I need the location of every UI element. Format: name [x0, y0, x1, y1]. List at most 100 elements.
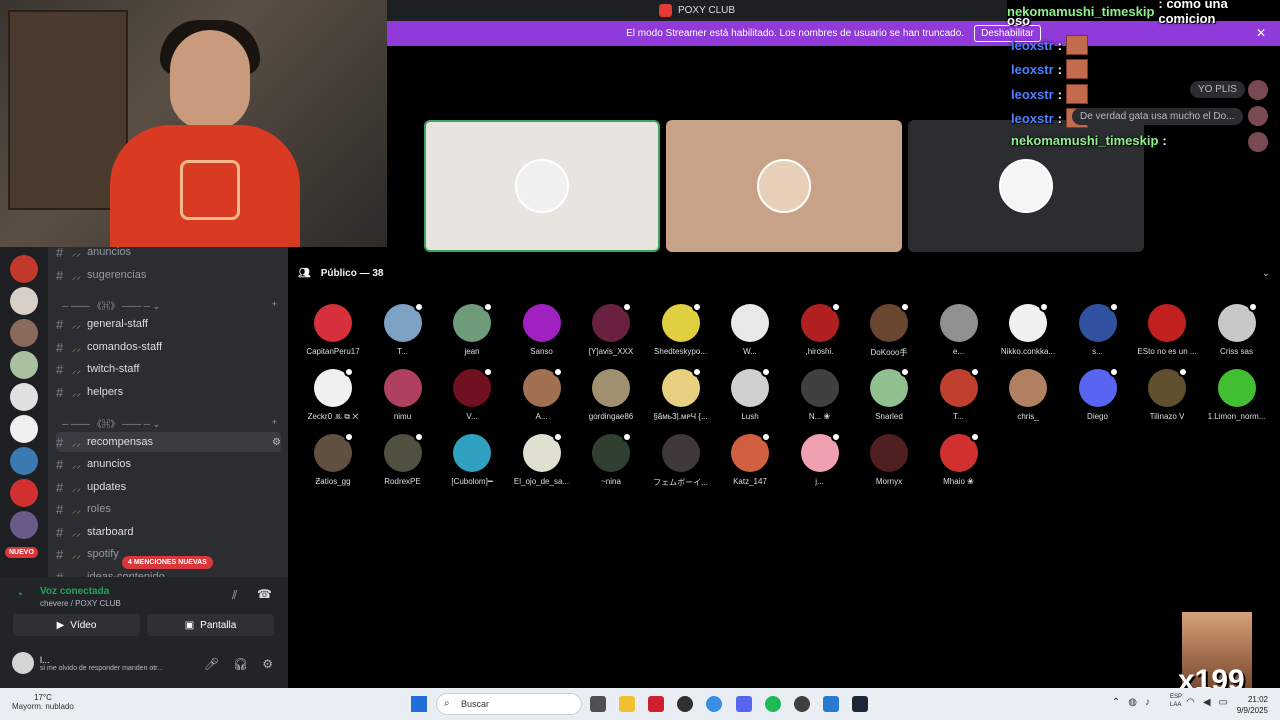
audience-member[interactable]: RodrexPE	[368, 432, 438, 486]
language-indicator[interactable]: ESP LAA	[1170, 693, 1182, 709]
file-explorer-icon[interactable]	[619, 696, 635, 712]
spotify-icon[interactable]	[765, 696, 781, 712]
channel-item[interactable]: # ⸝⸝ comandos-staff	[56, 337, 281, 357]
channel-item[interactable]: # ⸝⸝ anuncios	[56, 454, 281, 474]
server-icon[interactable]	[10, 415, 38, 443]
audience-member[interactable]: DoKooo手	[854, 302, 924, 358]
server-icon[interactable]	[10, 255, 38, 283]
channel-item[interactable]: # ⸝⸝ helpers	[56, 382, 281, 402]
voice-status[interactable]: Voz conectada	[40, 586, 109, 597]
wifi-icon[interactable]: ◠	[1186, 697, 1195, 708]
audience-member[interactable]: Mhaio ❀	[924, 432, 994, 486]
audience-member[interactable]: Katz_147	[715, 432, 785, 486]
audience-member[interactable]: フェムボーイ...	[646, 434, 716, 488]
windows-start-icon[interactable]	[411, 696, 427, 712]
audience-member[interactable]: [Cubolom]━	[437, 434, 507, 486]
screen-share-button[interactable]: ▣ Pantalla	[147, 614, 274, 636]
chevron-down-icon[interactable]: ⌄	[1262, 268, 1270, 279]
headphones-icon[interactable]: 🎧︎	[233, 657, 248, 671]
audience-member[interactable]: Mornyx	[854, 434, 924, 486]
audience-member[interactable]: El_ojo_de_sa...	[507, 432, 577, 486]
audience-member[interactable]: j...	[785, 432, 855, 486]
notepad-icon[interactable]	[823, 696, 839, 712]
category-header[interactable]: ─ ─── 《⌘》 ─── ─ ⌄ +	[62, 299, 277, 312]
server-icon[interactable]	[10, 351, 38, 379]
audience-member[interactable]: Criss sas	[1202, 302, 1272, 356]
server-icon[interactable]	[10, 447, 38, 475]
audience-member[interactable]: ~nina	[576, 432, 646, 486]
audience-member[interactable]: Nikko.conkka...	[993, 302, 1063, 356]
chrome-icon[interactable]	[706, 696, 722, 712]
speaker-tile[interactable]	[666, 120, 902, 252]
audience-member[interactable]: ,hiroshi.	[785, 302, 855, 356]
server-icon[interactable]	[10, 479, 38, 507]
battery-icon[interactable]: ▭	[1219, 697, 1228, 708]
steam-icon[interactable]	[852, 696, 868, 712]
obs-icon[interactable]	[794, 696, 810, 712]
server-icon[interactable]	[10, 319, 38, 347]
noise-suppression-icon[interactable]: ⫽	[232, 588, 237, 603]
audience-member[interactable]: gordingae86	[576, 369, 646, 421]
audience-member[interactable]: chris_	[993, 369, 1063, 421]
audience-member[interactable]: ESto no es un ...	[1132, 304, 1202, 356]
gear-icon[interactable]: ⚙	[262, 657, 273, 671]
audience-member[interactable]: Diego	[1063, 367, 1133, 421]
audience-member[interactable]: Shedteskypo...	[646, 302, 716, 356]
add-channel-icon[interactable]: +	[272, 417, 277, 430]
audience-member[interactable]: Sanso	[507, 304, 577, 356]
microphone-icon[interactable]: ♪	[1145, 697, 1150, 708]
server-icon[interactable]	[10, 287, 38, 315]
server-icon[interactable]	[10, 383, 38, 411]
voice-channel[interactable]: chevere / POXY CLUB	[40, 599, 121, 608]
task-view-icon[interactable]	[590, 696, 606, 712]
audience-member[interactable]: N... ❀	[785, 369, 855, 421]
channel-item[interactable]: # ⸝⸝ anuncios	[56, 247, 281, 262]
audience-member[interactable]: Zeckr0 ꔛ ⧉ ✕	[298, 367, 368, 422]
app-icon[interactable]	[677, 696, 693, 712]
channel-item[interactable]: # ⸝⸝ roles	[56, 499, 281, 519]
weather-widget[interactable]: 17°C Mayorm. nublado	[12, 693, 74, 711]
channel-item[interactable]: # ⸝⸝ sugerencias	[56, 265, 281, 285]
new-mentions-badge[interactable]: 4 MENCIONES NUEVAS	[122, 556, 213, 569]
audience-member[interactable]: W...	[715, 304, 785, 356]
audience-member[interactable]: T...	[368, 302, 438, 356]
disconnect-icon[interactable]: ☎	[257, 587, 272, 601]
channel-item[interactable]: # ⸝⸝ starboard	[56, 522, 281, 542]
channel-item[interactable]: # ⸝⸝ updates	[56, 477, 281, 497]
channel-settings-icon[interactable]: ⚙	[272, 437, 281, 448]
avatar[interactable]	[12, 652, 34, 674]
search-input[interactable]: Buscar	[436, 693, 582, 715]
network-icon[interactable]: ◍	[1128, 697, 1137, 708]
volume-icon[interactable]: ◀	[1203, 697, 1211, 708]
audience-header[interactable]: 👥︎ Público — 38	[298, 268, 384, 279]
audience-member[interactable]: A...	[507, 367, 577, 421]
channel-item[interactable]: # ⸝⸝ twitch-staff	[56, 359, 281, 379]
audience-member[interactable]: e...	[924, 304, 994, 356]
audience-member[interactable]: §ãмьЗ|.ᴍᴘЧ {...	[646, 367, 716, 421]
audience-member[interactable]: s...	[1063, 302, 1133, 356]
channel-item[interactable]: # ⸝⸝ recompensas ⚙	[56, 432, 281, 452]
audience-member[interactable]: nimu	[368, 369, 438, 421]
audience-member[interactable]: Ƶatios_gg	[298, 432, 368, 486]
audience-member[interactable]: [Y]avis_XXX	[576, 302, 646, 356]
category-header[interactable]: ─ ─── 《⌘》 ─── ─ ⌄ +	[62, 417, 277, 430]
channel-item[interactable]: # ⸝⸝ general-staff	[56, 314, 281, 334]
audience-member[interactable]: Lush	[715, 367, 785, 421]
server-icon[interactable]	[10, 511, 38, 539]
add-channel-icon[interactable]: +	[272, 299, 277, 312]
discord-icon[interactable]	[736, 696, 752, 712]
clock[interactable]: 21:02 9/9/2025	[1237, 694, 1268, 716]
speaker-tile[interactable]	[424, 120, 660, 252]
audience-member[interactable]: V...	[437, 367, 507, 421]
audience-member[interactable]: jean	[437, 302, 507, 356]
microphone-icon[interactable]: 🎤︎	[204, 657, 219, 671]
app-icon[interactable]	[648, 696, 664, 712]
user-panel[interactable]: l... si me olvido de responder manden ot…	[12, 652, 163, 674]
audience-member[interactable]: Snarled	[854, 367, 924, 421]
audience-member[interactable]: T...	[924, 367, 994, 421]
audience-member[interactable]: Tilinazo V	[1132, 367, 1202, 421]
audience-member[interactable]: 1.Limon_norm...	[1202, 369, 1272, 421]
video-button[interactable]: ▶ Vídeo	[13, 614, 140, 636]
audience-member[interactable]: CapitanPeru17	[298, 304, 368, 356]
chevron-up-icon[interactable]: ⌃	[1112, 697, 1120, 708]
